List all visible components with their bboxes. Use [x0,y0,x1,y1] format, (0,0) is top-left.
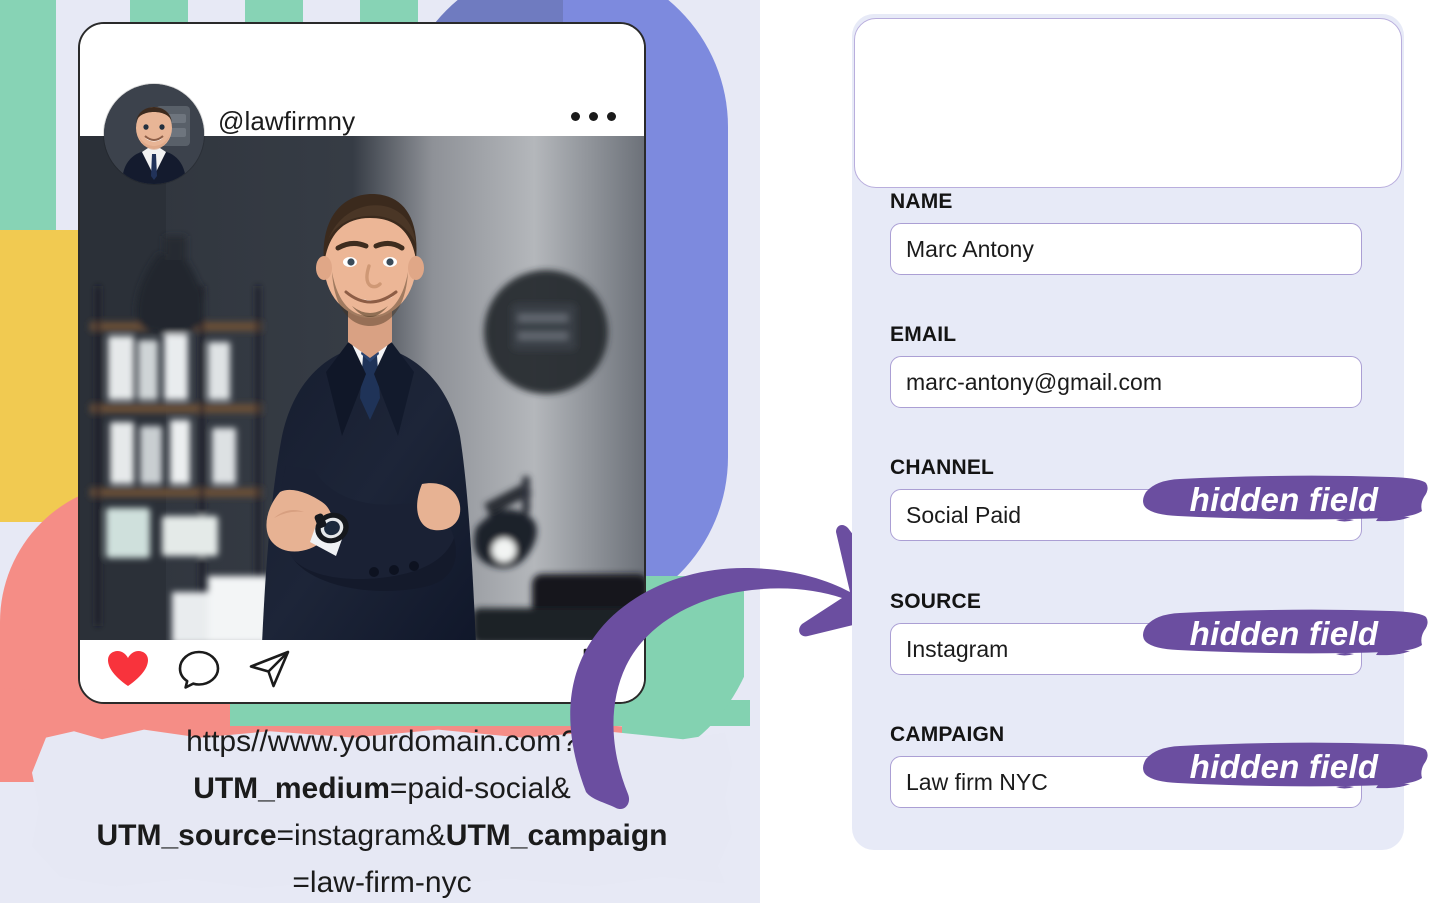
utm-source-value: =instagram& [276,819,446,852]
form-logo-card: FORM CRAFT [854,18,1402,188]
instagram-post-header: @lawfirmny [80,24,644,184]
utm-source-key: UTM_source [96,819,277,852]
illustration-canvas: @lawfirmny https//www.yourdomain.com? UT… [0,0,1453,903]
url-line-1: https//www.yourdomain.com? [186,725,578,758]
form-field-email: EMAIL marc-antony@gmail.com [890,323,1362,408]
email-input[interactable]: marc-antony@gmail.com [890,356,1362,408]
share-icon[interactable] [248,649,292,694]
like-icon[interactable] [106,649,150,694]
utm-campaign-key: UTM_campaign [445,819,668,852]
instagram-handle[interactable]: @lawfirmny [218,106,355,137]
more-options-icon[interactable] [571,112,616,121]
hidden-field-label: hidden field [1189,615,1379,652]
name-input[interactable]: Marc Antony [890,223,1362,275]
hidden-field-label: hidden field [1189,748,1379,785]
hidden-field-badge-channel: hidden field [1140,474,1428,530]
hidden-field-label: hidden field [1189,481,1379,518]
label-email: EMAIL [890,323,957,346]
hidden-field-badge-source: hidden field [1140,608,1428,664]
utm-medium-key: UTM_medium [193,772,390,805]
comment-icon[interactable] [178,649,220,694]
hidden-field-badge-campaign: hidden field [1140,741,1428,797]
avatar[interactable] [104,84,204,184]
utm-campaign-value: =law-firm-nyc [292,866,472,899]
form-field-name: NAME Marc Antony [890,190,1362,275]
label-name: NAME [890,190,953,213]
